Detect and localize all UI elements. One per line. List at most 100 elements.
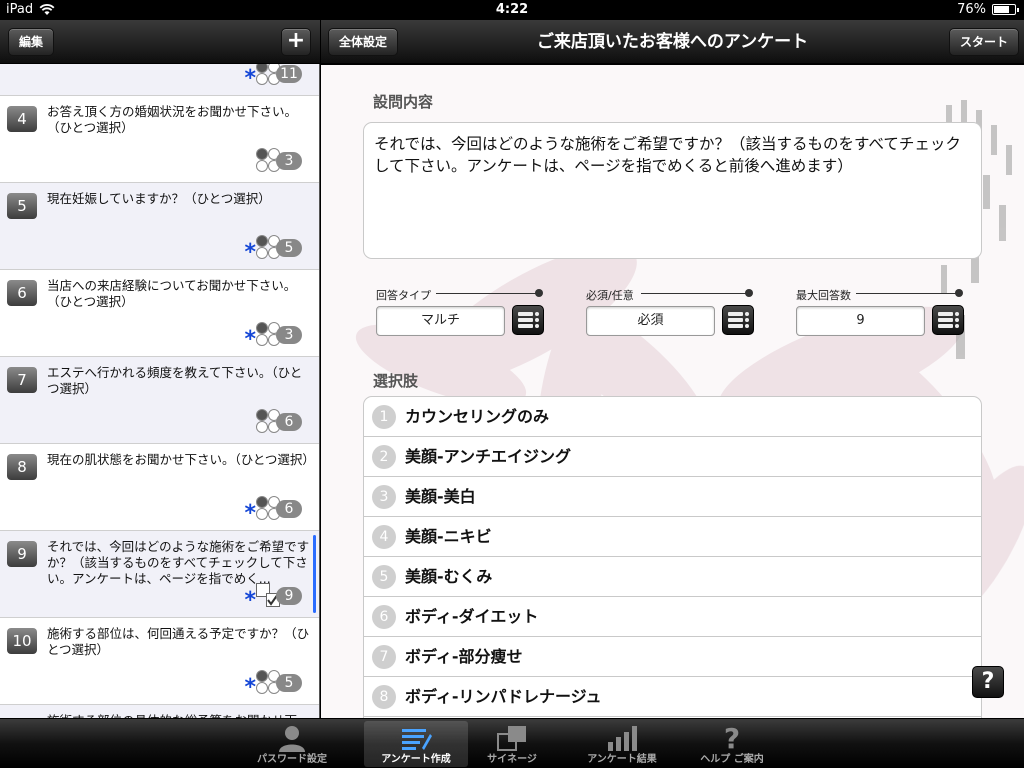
question-content-label: 設問内容 (373, 93, 434, 111)
choice-text: 美顔-むくみ (405, 567, 493, 586)
choice-item[interactable]: 2 美顔-アンチエイジング (364, 437, 981, 477)
help-button[interactable]: ? (972, 666, 1004, 698)
question-text: エステへ行かれる頻度を教えて下さい。（ひとつ選択） (47, 365, 303, 396)
answer-type-list-button[interactable] (512, 305, 544, 335)
tab-bar: パスワード設定 アンケート作成 サイネージ アンケート結果 ? ヘルプ ご案内 (0, 718, 1024, 768)
answer-type-field[interactable]: マルチ (376, 306, 505, 336)
question-list-item[interactable]: 施術する部位の具体的な総予算をお聞かせ下 (0, 705, 319, 718)
battery-percent: 76% (957, 2, 986, 17)
signage-icon (497, 726, 526, 751)
choice-item[interactable]: 5 美顔-むくみ (364, 557, 981, 597)
choice-count: 5 (276, 239, 302, 257)
svg-text:?: ? (724, 724, 740, 752)
tab-signage[interactable]: サイネージ (460, 721, 564, 767)
question-text-field[interactable]: それでは、今回はどのような施術をご希望ですか？（該当するものをすべてチェックして… (363, 122, 982, 259)
required-star-icon: * (244, 66, 256, 91)
question-list-item[interactable]: 4 お答え頂く方の婚姻状況をお聞かせ下さい。（ひとつ選択） 3 (0, 96, 319, 183)
choice-item[interactable]: 6 ボディ-ダイエット (364, 597, 981, 637)
add-question-button[interactable]: + (281, 28, 311, 56)
required-star-icon: * (244, 588, 256, 613)
battery-icon (992, 4, 1019, 15)
question-number: 7 (7, 367, 37, 393)
question-list-item[interactable]: * 11 (0, 64, 319, 96)
required-star-icon: * (244, 240, 256, 265)
choices-label: 選択肢 (373, 372, 419, 390)
question-list-item[interactable]: 8 現在の肌状態をお聞かせ下さい。（ひとつ選択） * 6 (0, 444, 319, 531)
question-text: 施術する部位は、何回通える予定ですか？（ひとつ選択） (47, 626, 310, 657)
person-icon (279, 726, 305, 752)
question-number: 10 (7, 628, 37, 654)
page-title: ご来店頂いたお客様へのアンケート (536, 32, 809, 52)
question-number: 5 (7, 193, 37, 219)
help-icon: ? (724, 724, 740, 752)
question-text: 現在の肌状態をお聞かせ下さい。（ひとつ選択） (47, 452, 315, 467)
question-text: 現在妊娠していますか？（ひとつ選択） (47, 191, 271, 206)
choice-text: ボディ-部分痩せ (405, 647, 523, 666)
start-button[interactable]: スタート (949, 28, 1020, 56)
question-number: 4 (7, 106, 37, 132)
question-list-item[interactable]: 6 当店への来店経験についてお聞かせ下さい。（ひとつ選択） * 3 (0, 270, 319, 357)
choice-item[interactable]: 4 美顔-ニキビ (364, 517, 981, 557)
choice-count: 9 (276, 587, 302, 605)
question-number: 6 (7, 280, 37, 306)
tab-help-guide[interactable]: ? ヘルプ ご案内 (680, 721, 784, 767)
required-star-icon: * (244, 675, 256, 700)
question-detail: 設問内容 それでは、今回はどのような施術をご希望ですか？（該当するものをすべてチ… (321, 65, 1024, 718)
tab-survey-create[interactable]: アンケート作成 (364, 721, 468, 767)
choice-text: 美顔-アンチエイジング (405, 447, 572, 466)
max-answers-label: 最大回答数 (796, 289, 851, 302)
question-text: お答え頂く方の婚姻状況をお聞かせ下さい。（ひとつ選択） (47, 104, 298, 135)
answer-type-label: 回答タイプ (376, 289, 431, 302)
choice-text: 美顔-ニキビ (405, 527, 492, 546)
right-navbar: ご来店頂いたお客様へのアンケート 全体設定 スタート (321, 20, 1024, 64)
choice-number: 7 (372, 645, 396, 669)
status-time: 4:22 (495, 2, 529, 17)
choice-number: 6 (372, 605, 396, 629)
choice-number: 4 (372, 525, 396, 549)
choices-list: 1 カウンセリングのみ 2 美顔-アンチエイジング 3 美顔-美白 4 美顔-ニキビ 5 美顔-む… (363, 396, 982, 718)
tab-survey-results[interactable]: アンケート結果 (570, 721, 674, 767)
choice-text: カウンセリングのみ (405, 407, 550, 426)
choice-item[interactable]: 1 カウンセリングのみ (364, 397, 981, 437)
required-field[interactable]: 必須 (586, 306, 715, 336)
choice-number: 1 (372, 405, 396, 429)
radio-type-badge: 3 (256, 322, 304, 348)
max-answers-list-button[interactable] (932, 305, 964, 335)
choice-text: ボディ-ダイエット (405, 607, 539, 626)
question-number: 9 (7, 541, 37, 567)
question-list-item[interactable]: 9 それでは、今回はどのような施術をご希望ですか？（該当するものをすべてチェックし… (0, 531, 319, 618)
tab-password-settings[interactable]: パスワード設定 (240, 721, 344, 767)
question-list[interactable]: * 11 4 お答え頂く方の婚姻状況をお聞かせ下さい。（ひとつ選択） 3 5 現在妊娠してい… (0, 64, 320, 718)
choice-count: 5 (276, 674, 302, 692)
required-star-icon: * (244, 327, 256, 352)
question-list-item[interactable]: 7 エステへ行かれる頻度を教えて下さい。（ひとつ選択） 6 (0, 357, 319, 444)
choice-item[interactable]: 8 ボディ-リンパドレナージュ (364, 677, 981, 717)
choice-item[interactable]: 7 ボディ-部分痩せ (364, 637, 981, 677)
left-navbar: 編集 + (0, 20, 320, 64)
radio-type-badge: 5 (256, 670, 304, 696)
choice-number: 3 (372, 485, 396, 509)
required-list-button[interactable] (722, 305, 754, 335)
required-label: 必須/任意 (586, 289, 634, 302)
radio-type-badge: 6 (256, 496, 304, 522)
global-settings-button[interactable]: 全体設定 (328, 28, 399, 56)
radio-type-badge: 3 (256, 148, 304, 174)
status-bar: iPad 4:22 76% (0, 0, 1024, 20)
choice-number: 2 (372, 445, 396, 469)
choice-count: 6 (276, 500, 302, 518)
edit-button[interactable]: 編集 (8, 28, 55, 56)
question-number: 8 (7, 454, 37, 480)
question-text: それでは、今回はどのような施術をご希望ですか？（該当するものをすべてチェックして… (47, 539, 310, 586)
choice-count: 3 (276, 326, 302, 344)
choice-text: ボディ-リンパドレナージュ (405, 687, 602, 706)
choice-count: 6 (276, 413, 302, 431)
question-list-item[interactable]: 5 現在妊娠していますか？（ひとつ選択） * 5 (0, 183, 319, 270)
max-answers-field[interactable]: 9 (796, 306, 925, 336)
edit-list-icon (402, 729, 432, 750)
radio-type-badge: 5 (256, 235, 304, 261)
radio-type-badge: 11 (256, 64, 304, 87)
checkbox-type-badge: 9 (256, 583, 304, 609)
choice-item[interactable]: 3 美顔-美白 (364, 477, 981, 517)
question-text: 当店への来店経験についてお聞かせ下さい。（ひとつ選択） (47, 278, 297, 309)
question-list-item[interactable]: 10 施術する部位は、何回通える予定ですか？（ひとつ選択） * 5 (0, 618, 319, 705)
